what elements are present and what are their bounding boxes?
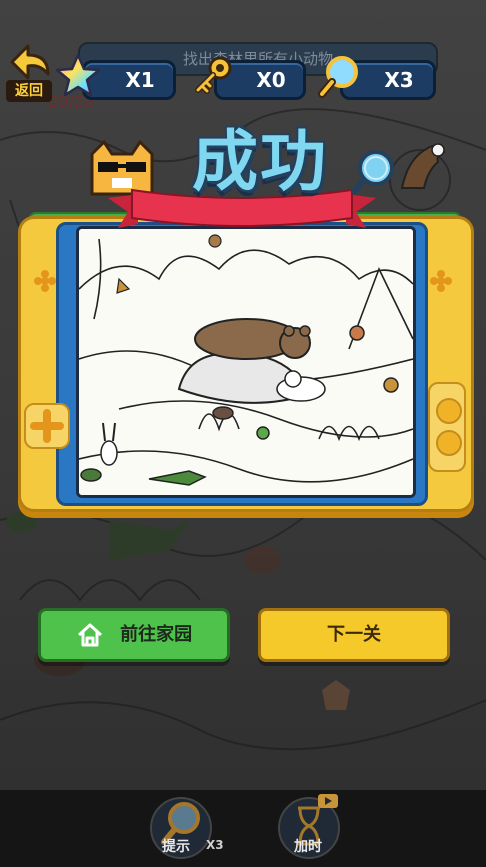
pill-button-top — [436, 398, 462, 424]
pill-button-bottom — [436, 430, 462, 456]
bottom-toolbar — [0, 790, 486, 867]
dpad-plus-icon — [24, 403, 70, 449]
hint-label[interactable]: 提示 — [162, 836, 190, 856]
next-level-label: 下一关 — [327, 624, 381, 645]
success-magnifier-icon — [351, 146, 402, 198]
key-count: X0 — [256, 68, 286, 92]
magnifier-icon — [316, 52, 364, 100]
right-flower-icon — [428, 268, 454, 298]
star-icon — [54, 52, 102, 100]
back-label[interactable]: 返回 — [6, 80, 52, 102]
magnifier-count: X3 — [384, 68, 414, 92]
key-icon — [190, 52, 238, 100]
hint-count: X3 — [206, 838, 224, 852]
go-home-button[interactable]: 前往家园 — [38, 608, 230, 662]
completed-level-picture — [76, 226, 416, 498]
success-title: 成功 — [192, 123, 328, 200]
forest-illustration — [79, 229, 413, 495]
next-level-button[interactable]: 下一关 — [258, 608, 450, 662]
left-flower-icon — [32, 268, 58, 298]
eagle-icon — [398, 138, 448, 202]
home-icon — [76, 611, 104, 659]
star-count: X1 — [125, 68, 155, 92]
add-time-label[interactable]: 加时 — [294, 836, 322, 856]
side-buttons-deco — [428, 382, 466, 472]
go-home-label: 前往家园 — [120, 624, 193, 645]
